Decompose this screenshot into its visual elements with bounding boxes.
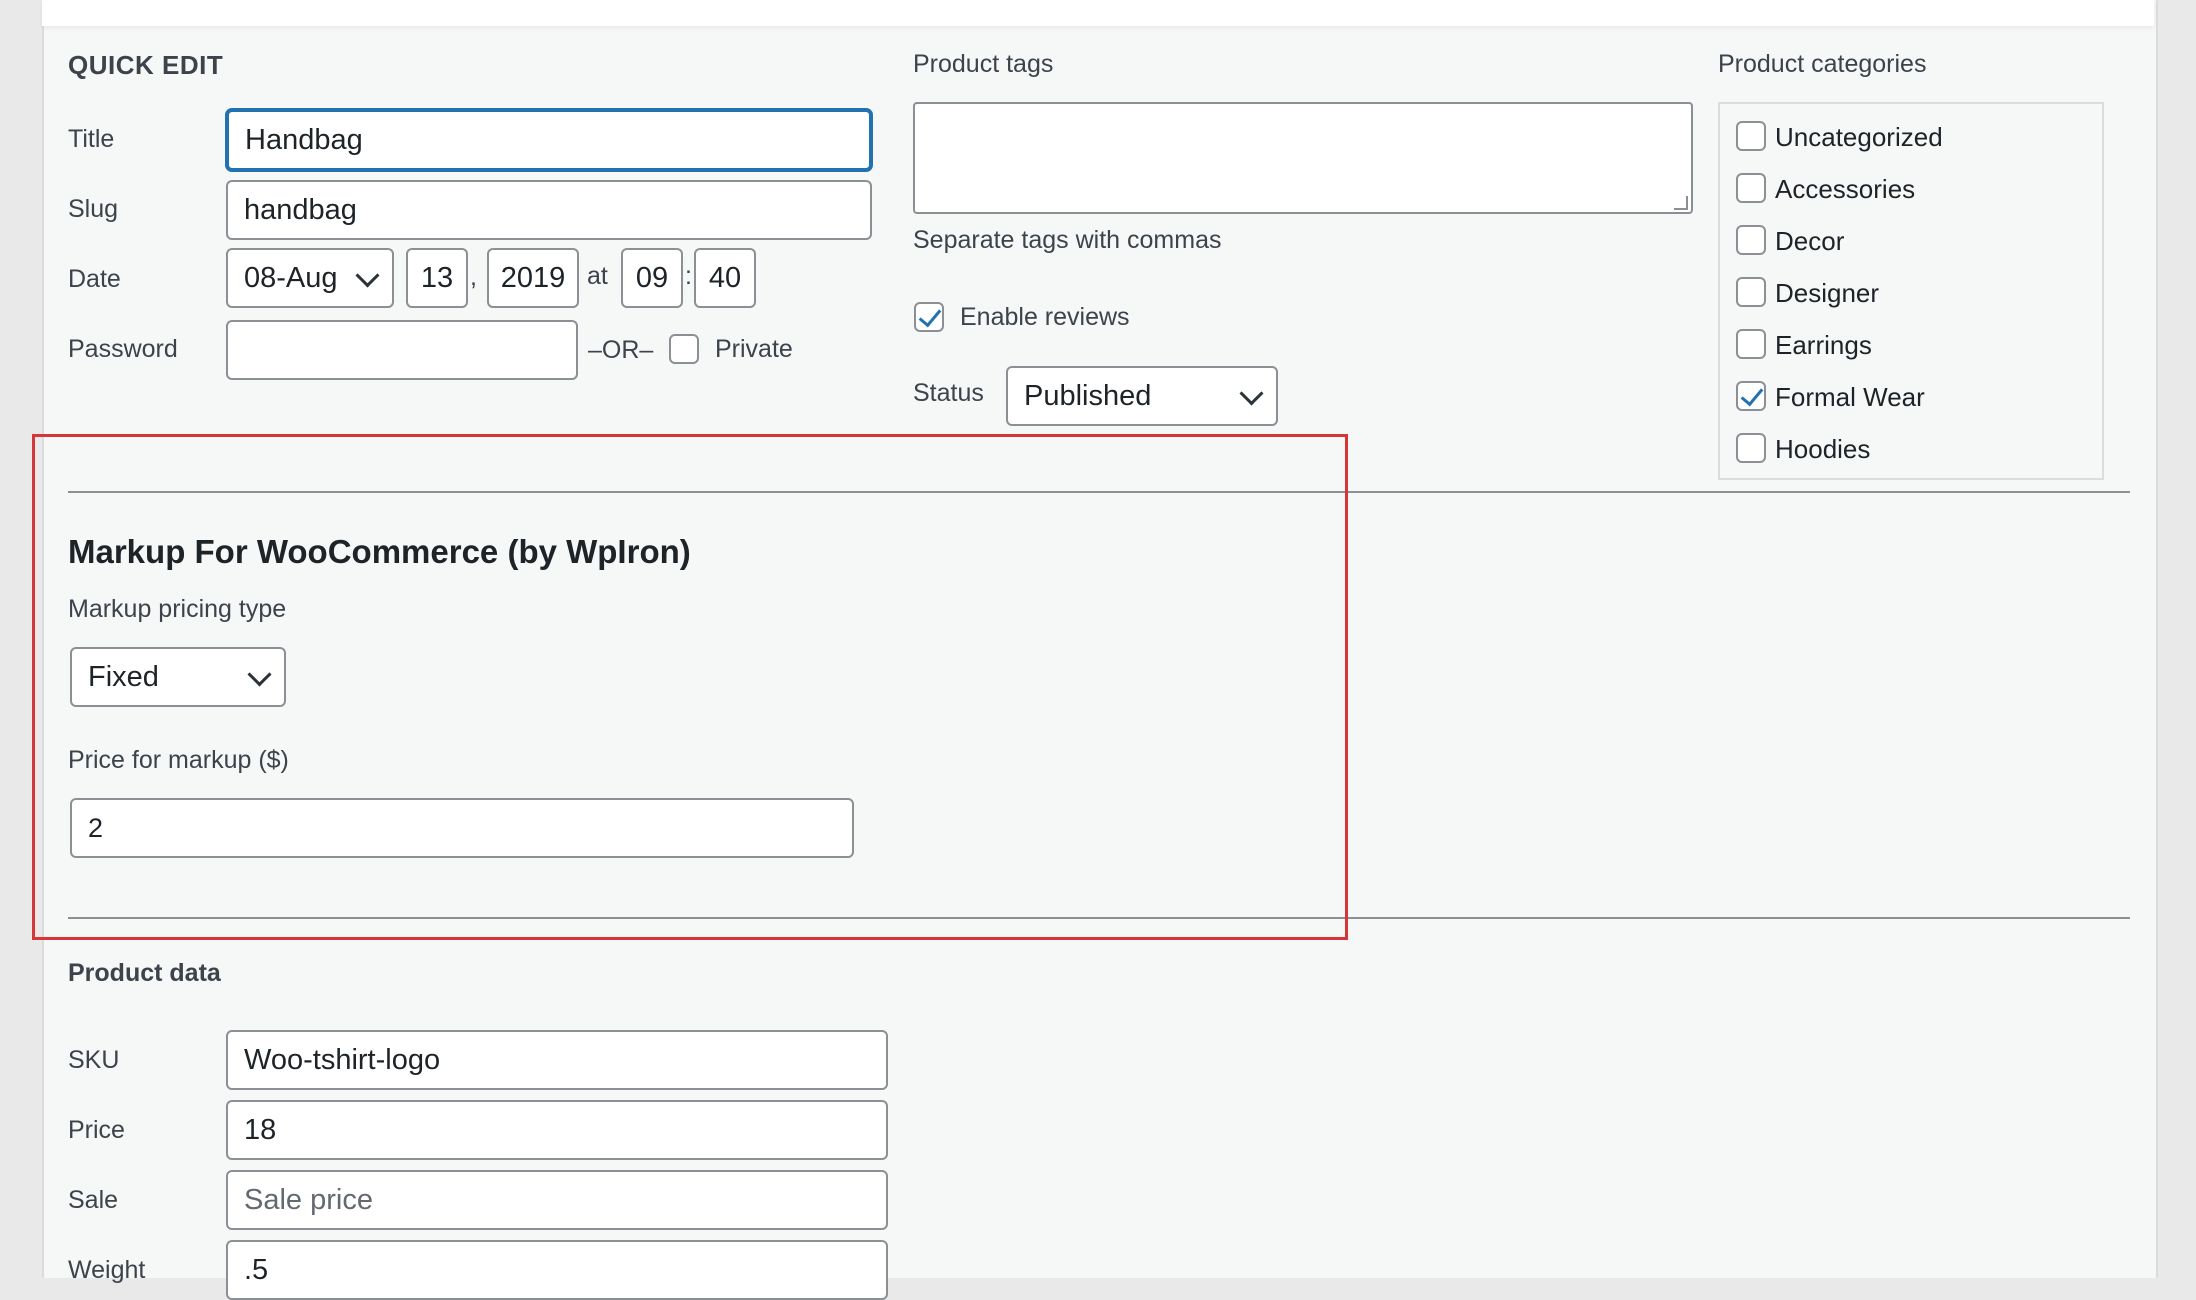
sku-label: SKU [68, 1046, 120, 1074]
date-month-select[interactable]: 08-Aug [226, 248, 394, 308]
category-label: Hoodies [1775, 434, 1871, 464]
status-select[interactable]: Published [1006, 366, 1278, 426]
chevron-down-icon [355, 263, 380, 288]
category-checkbox[interactable] [1736, 433, 1766, 463]
date-colon: : [685, 262, 692, 290]
date-at-label: at [587, 262, 608, 290]
date-minute-input[interactable]: 40 [694, 248, 756, 308]
category-label: Formal Wear [1775, 382, 1925, 412]
category-label: Designer [1775, 278, 1880, 308]
enable-reviews-checkbox[interactable] [914, 302, 944, 332]
weight-label: Weight [68, 1256, 146, 1284]
or-separator: –OR– [588, 336, 654, 364]
category-label: Earrings [1775, 330, 1872, 360]
price-label: Price [68, 1116, 125, 1144]
product-tags-textarea[interactable] [913, 102, 1693, 214]
password-label: Password [68, 335, 178, 363]
password-input[interactable] [226, 320, 578, 380]
slug-label: Slug [68, 195, 119, 223]
date-label: Date [68, 265, 121, 293]
category-checkbox[interactable] [1736, 329, 1766, 359]
product-categories-label: Product categories [1718, 50, 1927, 78]
category-checkbox[interactable] [1736, 381, 1766, 411]
highlight-box [32, 434, 1348, 940]
category-label: Uncategorized [1775, 122, 1943, 152]
title-label: Title [68, 125, 115, 153]
weight-input[interactable]: .5 [226, 1240, 888, 1300]
category-checkbox[interactable] [1736, 121, 1766, 151]
category-checkbox[interactable] [1736, 173, 1766, 203]
product-tags-label: Product tags [913, 50, 1054, 78]
title-input[interactable]: Handbag [226, 109, 872, 171]
panel-top-edge [42, 0, 2154, 26]
product-data-heading: Product data [68, 959, 221, 987]
resize-handle-icon[interactable] [1674, 196, 1688, 210]
slug-input[interactable]: handbag [226, 180, 872, 240]
tags-hint: Separate tags with commas [913, 226, 1222, 254]
date-year-input[interactable]: 2019 [487, 248, 579, 308]
date-day-input[interactable]: 13 [406, 248, 468, 308]
date-hour-input[interactable]: 09 [621, 248, 683, 308]
sku-input[interactable]: Woo-tshirt-logo [226, 1030, 888, 1090]
status-value: Published [1024, 379, 1152, 412]
date-comma: , [470, 263, 477, 291]
date-month-value: 08-Aug [244, 261, 338, 294]
category-label: Accessories [1775, 174, 1916, 204]
category-label: Decor [1775, 226, 1845, 256]
price-input[interactable]: 18 [226, 1100, 888, 1160]
quick-edit-heading: QUICK EDIT [68, 50, 224, 80]
enable-reviews-label: Enable reviews [960, 303, 1130, 331]
private-checkbox[interactable] [669, 334, 699, 364]
sale-price-input[interactable]: Sale price [226, 1170, 888, 1230]
status-label: Status [913, 379, 984, 407]
private-label: Private [715, 335, 793, 363]
chevron-down-icon [1239, 381, 1264, 406]
category-checkbox[interactable] [1736, 277, 1766, 307]
sale-label: Sale [68, 1186, 119, 1214]
category-checkbox[interactable] [1736, 225, 1766, 255]
